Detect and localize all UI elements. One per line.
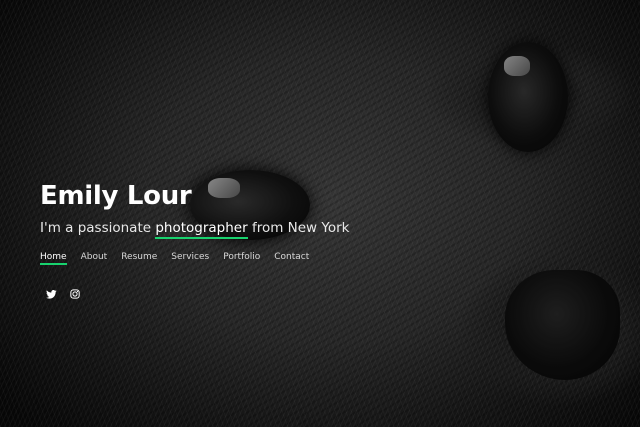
main-nav: Home About Resume Services Portfolio Con… xyxy=(40,252,349,265)
nav-services[interactable]: Services xyxy=(171,252,209,265)
hero-section: Emily Lour I'm a passionate photographer… xyxy=(0,0,640,427)
twitter-icon[interactable] xyxy=(44,287,58,301)
nav-home[interactable]: Home xyxy=(40,252,67,265)
nav-portfolio[interactable]: Portfolio xyxy=(223,252,260,265)
social-links xyxy=(40,287,349,301)
typed-word: photographer xyxy=(155,220,248,239)
tagline-suffix: from New York xyxy=(247,220,350,236)
hero-name: Emily Lour xyxy=(40,181,192,211)
hero-tagline: I'm a passionate photographer from New Y… xyxy=(40,218,350,239)
nav-contact[interactable]: Contact xyxy=(274,252,309,265)
tagline-prefix: I'm a passionate xyxy=(40,220,156,236)
hero-content: Emily Lour I'm a passionate photographer… xyxy=(40,178,349,301)
nav-about[interactable]: About xyxy=(81,252,108,265)
nav-resume[interactable]: Resume xyxy=(121,252,157,265)
instagram-icon[interactable] xyxy=(68,287,82,301)
